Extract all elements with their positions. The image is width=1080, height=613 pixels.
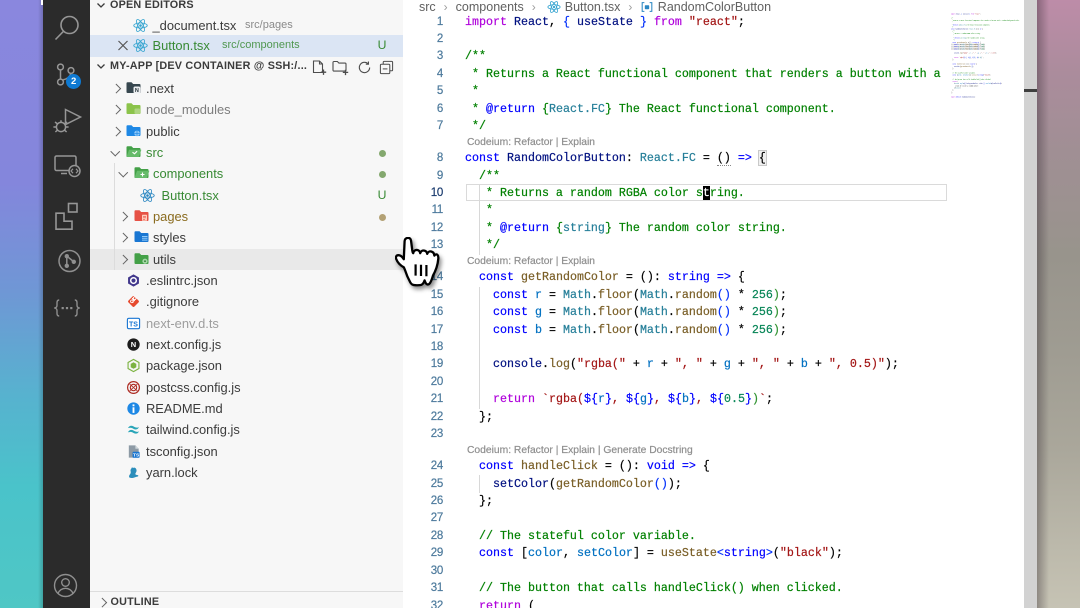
svg-text:N: N [131,340,136,349]
svg-text:N: N [135,88,139,94]
svg-text:TS: TS [129,321,138,328]
svg-text:TS: TS [133,452,140,458]
